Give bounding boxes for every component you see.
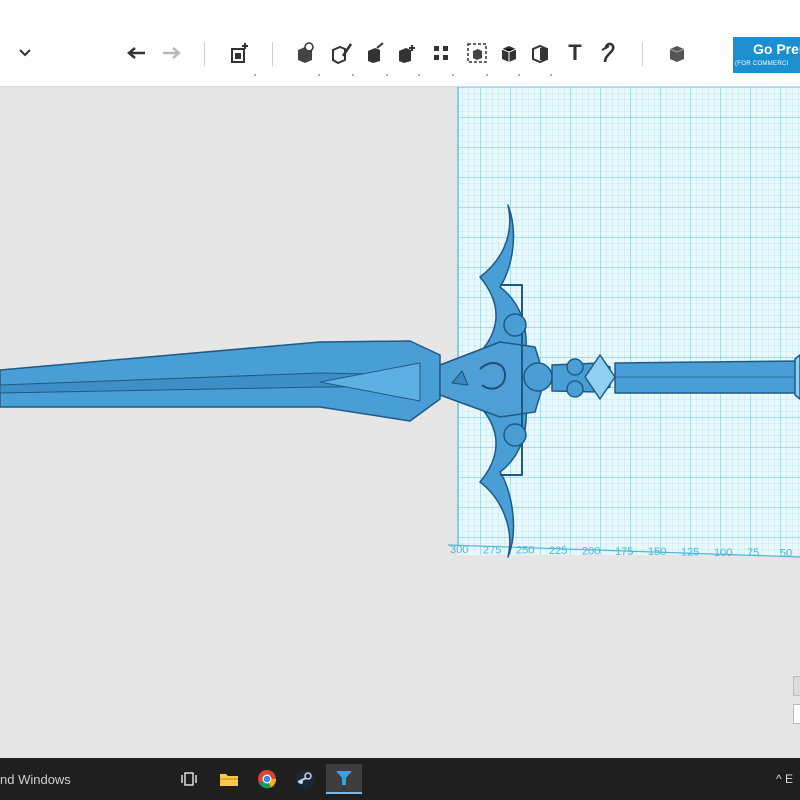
chrome-icon[interactable] bbox=[252, 764, 282, 794]
view-control[interactable] bbox=[793, 704, 800, 724]
magnet-tool-icon[interactable] bbox=[596, 40, 622, 66]
grid-axis-label: 175 bbox=[615, 546, 633, 558]
grid-axis-label: 225 bbox=[549, 545, 567, 557]
go-premium-button[interactable]: Go Prem (FOR COMMERCI bbox=[733, 37, 800, 73]
toolbar-dot bbox=[418, 74, 420, 76]
zoom-control[interactable] bbox=[793, 676, 800, 696]
toolbar-dot bbox=[254, 74, 256, 76]
workplane-canvas: 300 275 250 225 200 175 150 125 100 75 50 bbox=[0, 87, 800, 560]
go-premium-label: Go Prem bbox=[753, 41, 800, 57]
toolbar-dot bbox=[318, 74, 320, 76]
toolbar-dot bbox=[486, 74, 488, 76]
chevron-down-icon[interactable] bbox=[12, 40, 38, 66]
system-tray[interactable]: ^ E bbox=[776, 772, 793, 786]
redo-icon[interactable] bbox=[158, 40, 184, 66]
task-view-icon[interactable] bbox=[174, 764, 204, 794]
add-shape-icon[interactable] bbox=[226, 40, 252, 66]
text-tool-icon[interactable]: T bbox=[562, 40, 588, 66]
toolbar-dot bbox=[352, 74, 354, 76]
toolbar-dot bbox=[386, 74, 388, 76]
view-cube-icon[interactable] bbox=[664, 40, 690, 66]
grid-axis-label: 75 bbox=[747, 547, 759, 559]
toolbar-dot bbox=[452, 74, 454, 76]
solid-shape-icon[interactable] bbox=[496, 40, 522, 66]
pattern-tool-icon[interactable] bbox=[428, 40, 454, 66]
grid-axis-label: 50 bbox=[780, 548, 792, 560]
combine-tool-icon[interactable] bbox=[528, 40, 554, 66]
toolbar: T bbox=[0, 24, 800, 87]
group-tool-icon[interactable] bbox=[464, 40, 490, 66]
grid-axis-label: 275 bbox=[483, 544, 501, 556]
grid-axis-label: 150 bbox=[648, 546, 666, 558]
edit-tool-icon[interactable] bbox=[328, 40, 354, 66]
app-3d-icon[interactable] bbox=[326, 764, 362, 794]
grid-axis-label: 100 bbox=[714, 547, 732, 559]
grid-axis-label: 125 bbox=[681, 546, 699, 558]
windows-taskbar: nd Windows ^ E bbox=[0, 758, 800, 800]
go-premium-sublabel: (FOR COMMERCI bbox=[735, 61, 789, 67]
grid-axis-label: 300 bbox=[450, 544, 468, 556]
grid-axis-label: 200 bbox=[582, 545, 600, 557]
toolbar-dot bbox=[518, 74, 520, 76]
toolbar-divider bbox=[272, 42, 273, 66]
steam-icon[interactable] bbox=[290, 764, 320, 794]
toolbar-divider bbox=[204, 42, 205, 66]
grid-axis-label: 250 bbox=[516, 545, 534, 557]
title-bar bbox=[0, 0, 800, 24]
taskbar-search-text[interactable]: nd Windows bbox=[0, 772, 71, 787]
rotate-tool-icon[interactable] bbox=[394, 40, 420, 66]
toolbar-dot bbox=[550, 74, 552, 76]
undo-icon[interactable] bbox=[124, 40, 150, 66]
toolbar-divider bbox=[642, 42, 643, 66]
file-explorer-icon[interactable] bbox=[214, 764, 244, 794]
move-tool-icon[interactable] bbox=[292, 40, 318, 66]
scale-tool-icon[interactable] bbox=[362, 40, 388, 66]
3d-viewport[interactable]: 300 275 250 225 200 175 150 125 100 75 50 bbox=[0, 87, 800, 758]
